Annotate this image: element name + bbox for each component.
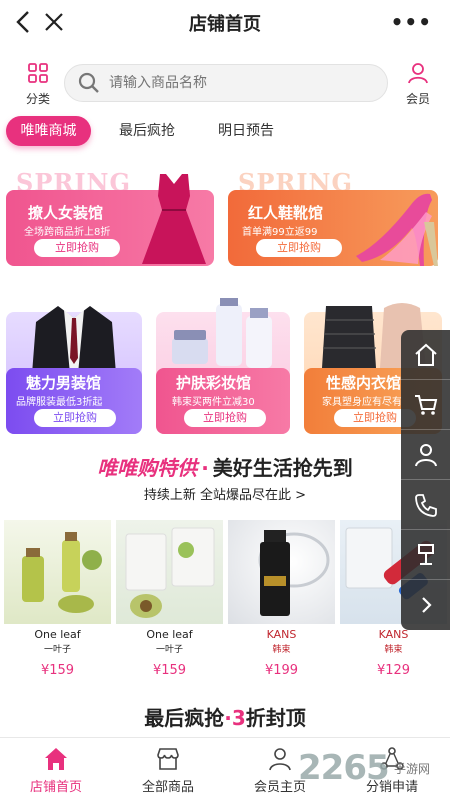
special-subtitle-link[interactable]: 持续上新 全站爆品尽在此 > <box>0 484 450 503</box>
flash-title-a: 最后疯抢 <box>144 706 225 730</box>
product-card[interactable]: One leaf 一叶子 ¥159 <box>116 520 223 690</box>
flash-heading: 最后疯抢·3折封顶 <box>0 702 450 731</box>
user-icon <box>408 63 428 84</box>
expand-float-button[interactable] <box>401 580 450 630</box>
lamp-icon <box>417 543 434 565</box>
buy-button[interactable]: 立即抢购 <box>184 409 266 427</box>
banner-name: 红人鞋靴馆 <box>248 204 324 222</box>
cart-float-button[interactable] <box>401 380 450 430</box>
brand-sub: 一叶子 <box>155 645 183 655</box>
product-price: ¥199 <box>264 663 299 678</box>
brand-sub: 韩束 <box>384 645 403 655</box>
tab-flash-sale[interactable]: 最后疯抢 <box>108 116 186 146</box>
phone-icon <box>414 493 437 517</box>
search-icon <box>78 72 99 93</box>
grid-icon <box>28 63 48 83</box>
member-label: 会员 <box>405 92 430 106</box>
search-box[interactable] <box>64 64 388 102</box>
flash-title-pink: 3 <box>231 706 246 730</box>
home-float-button[interactable] <box>401 330 450 380</box>
product-price: ¥129 <box>376 663 411 678</box>
category-label: 分类 <box>25 92 50 106</box>
user-float-button[interactable] <box>401 430 450 480</box>
cart-icon <box>414 394 437 415</box>
watermark-number: 2265 <box>298 748 390 788</box>
home-icon <box>45 748 67 770</box>
phone-float-button[interactable] <box>401 480 450 530</box>
brand-name: One leaf <box>34 628 81 641</box>
title-bar: 店铺首页 ••• <box>0 0 450 46</box>
product-price: ¥159 <box>152 663 187 678</box>
page-title: 店铺首页 <box>189 14 261 35</box>
nav-store-home[interactable]: 店铺首页 <box>0 746 112 795</box>
dress-image <box>142 174 206 264</box>
user-icon <box>269 748 291 771</box>
floating-side-panel <box>401 330 450 630</box>
search-row: 分类 会员 <box>0 58 450 106</box>
product-image <box>4 520 111 624</box>
banner-sub: 韩束买两件立减30 <box>172 397 255 408</box>
brand-name: KANS <box>266 628 297 641</box>
buy-button[interactable]: 立即抢购 <box>34 239 120 257</box>
member-button[interactable]: 会员 <box>400 62 436 107</box>
search-input[interactable] <box>109 75 369 91</box>
product-price: ¥159 <box>40 663 75 678</box>
banner-skincare[interactable]: 护肤彩妆馆 韩束买两件立减30 立即抢购 <box>154 298 294 436</box>
category-button[interactable]: 分类 <box>20 62 56 107</box>
nav-all-products[interactable]: 全部商品 <box>112 746 224 795</box>
product-image <box>116 520 223 624</box>
watermark-logo: 2265 手游网 <box>298 748 448 792</box>
special-title-pink: 唯唯购特供 <box>97 456 198 480</box>
banner-sub: 家具塑身应有尽有 <box>322 397 402 408</box>
brand-name: One leaf <box>146 628 193 641</box>
buy-button[interactable]: 立即抢购 <box>34 409 116 427</box>
nav-label: 店铺首页 <box>29 780 82 795</box>
buy-button[interactable]: 立即抢购 <box>256 239 342 257</box>
banner-name: 魅力男装馆 <box>26 374 102 392</box>
user-icon <box>414 443 437 466</box>
banner-name: 护肤彩妆馆 <box>176 374 252 392</box>
home-icon <box>414 343 437 366</box>
brand-sub: 韩束 <box>272 645 291 655</box>
banner-name: 性感内衣馆 <box>326 374 402 392</box>
banner-shoes[interactable]: SPRING 红人鞋靴馆 首单满99立返99 立即抢购 <box>226 168 446 268</box>
banner-sub: 首单满99立返99 <box>242 227 318 238</box>
banner-mens[interactable]: 魅力男装馆 品牌服装最低3折起 立即抢购 <box>4 298 146 436</box>
banner-sub: 品牌服装最低3折起 <box>16 397 103 408</box>
flash-title-b: 折封顶 <box>245 706 306 730</box>
more-icon[interactable]: ••• <box>391 10 432 34</box>
special-dot: · <box>201 456 209 480</box>
flash-dot: · <box>224 706 232 730</box>
special-title-rest: 美好生活抢先到 <box>212 456 353 480</box>
heels-image <box>356 193 438 266</box>
tab-bar: 唯唯商城 最后疯抢 明日预告 <box>0 116 450 146</box>
top-float-button[interactable] <box>401 530 450 580</box>
tab-tomorrow[interactable]: 明日预告 <box>207 116 285 146</box>
special-heading: 唯唯购特供 · 美好生活抢先到 <box>0 452 450 481</box>
banner-womens[interactable]: SPRING 撩人女装馆 全场跨商品折上8折 立即抢购 <box>4 168 218 268</box>
product-list: One leaf 一叶子 ¥159 One leaf 一叶子 ¥159 KANS… <box>0 520 450 690</box>
banner-name: 撩人女装馆 <box>28 204 104 222</box>
banner-sub: 全场跨商品折上8折 <box>24 227 111 238</box>
suit-image <box>32 306 116 374</box>
product-card[interactable]: KANS 韩束 ¥199 <box>228 520 335 690</box>
tab-mall[interactable]: 唯唯商城 <box>6 116 91 146</box>
product-image <box>228 520 335 624</box>
store-icon <box>157 748 179 770</box>
watermark-text: 手游网 <box>394 762 431 776</box>
chevron-right-icon <box>421 597 432 613</box>
cosmetics-image <box>172 298 272 368</box>
brand-sub: 一叶子 <box>43 645 71 655</box>
product-card[interactable]: One leaf 一叶子 ¥159 <box>4 520 111 690</box>
nav-label: 全部商品 <box>141 780 194 795</box>
